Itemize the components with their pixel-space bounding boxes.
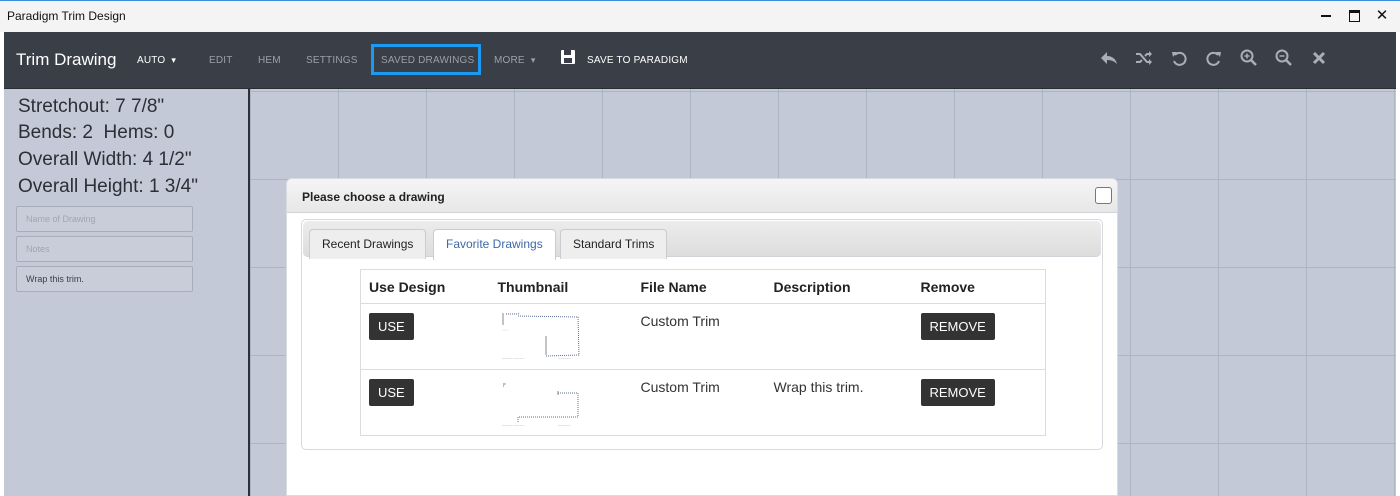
close-icon[interactable]	[1310, 49, 1328, 67]
window-titlebar: Paradigm Trim Design ✕	[0, 0, 1400, 32]
svg-text:::: :: ::: :	[503, 328, 508, 332]
overall-width-label: Overall Width: 4 1/2"	[18, 149, 192, 170]
stretchout-label: Stretchout: 7 7/8"	[18, 96, 165, 117]
use-button[interactable]: USE	[369, 313, 414, 340]
dialog-close-button[interactable]	[1095, 187, 1112, 204]
remove-button[interactable]: REMOVE	[920, 313, 995, 340]
auto-menu[interactable]: AUTO ▾	[137, 55, 176, 66]
tab-recent-drawings[interactable]: Recent Drawings	[309, 229, 427, 259]
edit-button[interactable]: EDIT	[209, 55, 233, 66]
zoom-in-icon[interactable]	[1240, 49, 1258, 67]
redo-icon[interactable]	[1205, 49, 1223, 67]
saved-drawings-button[interactable]: SAVED DRAWINGS	[381, 55, 474, 66]
dialog-title: Please choose a drawing	[302, 190, 445, 204]
floppy-disk-icon	[561, 50, 575, 64]
settings-button[interactable]: SETTINGS	[306, 55, 358, 66]
hem-button[interactable]: HEM	[258, 55, 281, 66]
column-header-remove: Remove	[912, 269, 1046, 304]
drawings-table: Use Design Thumbnail File Name Descripti…	[360, 269, 1046, 436]
properties-panel: Stretchout: 7 7/8" Bends: 2 Hems: 0 Over…	[4, 89, 250, 496]
svg-text:~~~~~ ~~~~~: ~~~~~ ~~~~~	[502, 357, 524, 360]
column-header-thumbnail: Thumbnail	[489, 269, 633, 304]
file-name-cell: Custom Trim	[632, 303, 766, 370]
table-row: USE ::: : ~~~~~ ~~~~~ ~~~~~~ Custom Trim	[360, 303, 1046, 370]
file-name-cell: Custom Trim	[632, 369, 766, 436]
tab-favorite-drawings[interactable]: Favorite Drawings	[433, 229, 556, 260]
use-button[interactable]: USE	[369, 379, 414, 406]
auto-menu-label: AUTO	[137, 55, 166, 66]
description-cell	[765, 303, 913, 370]
more-menu[interactable]: MORE ▾	[494, 55, 536, 66]
save-to-paradigm-button[interactable]: SAVE TO PARADIGM	[587, 55, 688, 66]
app-toolbar: Trim Drawing AUTO ▾ EDIT HEM SETTINGS SAV…	[4, 32, 1396, 89]
undo-icon[interactable]	[1170, 49, 1188, 67]
svg-text:~~~~~ ~~~~~: ~~~~~ ~~~~~	[502, 424, 524, 427]
minimize-button[interactable]	[1312, 5, 1340, 27]
more-menu-label: MORE	[494, 55, 525, 66]
chevron-down-icon: ▾	[530, 55, 536, 65]
svg-text:~~~~~~: ~~~~~~	[558, 424, 571, 427]
trim-thumbnail[interactable]: F ~~~~~ ~~~~~ ~~~~~~	[498, 377, 594, 427]
table-header-row: Use Design Thumbnail File Name Descripti…	[360, 269, 1046, 304]
tab-standard-trims[interactable]: Standard Trims	[560, 229, 668, 259]
description-input[interactable]: Wrap this trim.	[16, 266, 193, 292]
column-header-use-design: Use Design	[360, 269, 490, 304]
trim-thumbnail[interactable]: ::: : ~~~~~ ~~~~~ ~~~~~~	[498, 311, 594, 361]
choose-drawing-dialog: Please choose a drawing Recent Drawings …	[286, 178, 1118, 496]
svg-text:F: F	[503, 383, 506, 389]
drawing-name-input[interactable]: Name of Drawing	[16, 206, 193, 232]
reply-icon[interactable]	[1100, 49, 1118, 67]
window-close-button[interactable]: ✕	[1368, 5, 1396, 27]
shuffle-icon[interactable]	[1135, 49, 1153, 67]
dialog-header: Please choose a drawing	[287, 179, 1117, 213]
tab-bar: Recent Drawings Favorite Drawings Standa…	[303, 221, 1101, 260]
maximize-button[interactable]	[1340, 5, 1368, 27]
toolbar-title: Trim Drawing	[16, 50, 117, 69]
drawing-tabs-panel: Recent Drawings Favorite Drawings Standa…	[301, 219, 1103, 450]
column-header-file-name: File Name	[632, 269, 766, 304]
zoom-out-icon[interactable]	[1275, 49, 1293, 67]
table-row: USE F ~~~~~ ~~~~~ ~~~~~~ Custom Trim Wra…	[360, 369, 1046, 436]
column-header-description: Description	[765, 269, 913, 304]
window-title: Paradigm Trim Design	[7, 9, 126, 23]
description-cell: Wrap this trim.	[765, 369, 913, 436]
remove-button[interactable]: REMOVE	[920, 379, 995, 406]
chevron-down-icon: ▾	[171, 55, 177, 65]
svg-text:~~~~~~: ~~~~~~	[558, 357, 571, 360]
bends-hems-label: Bends: 2 Hems: 0	[18, 122, 175, 143]
notes-input[interactable]: Notes	[16, 236, 193, 262]
overall-height-label: Overall Height: 1 3/4"	[18, 176, 198, 197]
